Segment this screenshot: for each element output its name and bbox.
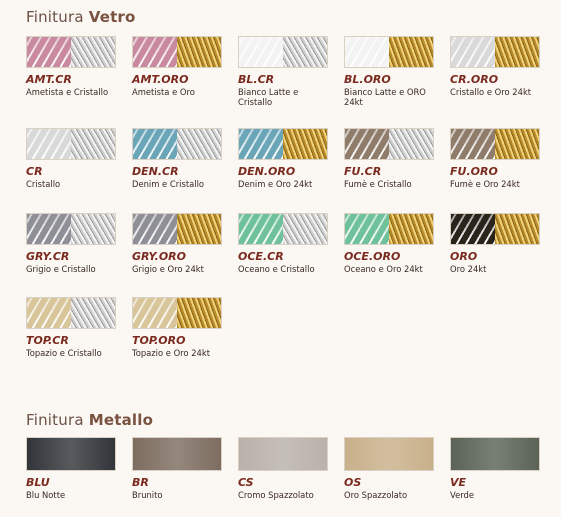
metal-swatch-card[interactable]: VE Verde xyxy=(450,437,540,500)
swatch-card[interactable]: CR Cristallo xyxy=(26,128,116,189)
swatch-image xyxy=(26,128,116,160)
swatch-card[interactable]: DEN.ORO Denim e Oro 24kt xyxy=(238,128,328,189)
swatch-name: Bianco Latte e ORO 24kt xyxy=(344,87,426,107)
swatch-name: Oceano e Cristallo xyxy=(238,264,315,274)
swatch-image xyxy=(26,297,116,329)
swatch-image xyxy=(450,36,540,68)
metal-swatch-card[interactable]: OS Oro Spazzolato xyxy=(344,437,434,500)
metal-swatch-card[interactable]: BR Brunito xyxy=(132,437,222,500)
metal-swatch-code: VE xyxy=(450,476,467,489)
swatch-code: FU.CR xyxy=(344,165,382,178)
metal-swatch-image xyxy=(238,437,328,471)
swatch-card[interactable]: BL.CR Bianco Latte e Cristallo xyxy=(238,36,328,107)
swatch-code: OCE.ORO xyxy=(344,250,401,263)
swatch-code: BL.ORO xyxy=(344,73,391,86)
swatch-image xyxy=(344,128,434,160)
swatch-card[interactable]: BL.ORO Bianco Latte e ORO 24kt xyxy=(344,36,434,107)
section-title-prefix: Finitura xyxy=(26,8,84,26)
swatch-card[interactable]: AMT.CR Ametista e Cristallo xyxy=(26,36,116,97)
swatch-card[interactable]: FU.CR Fumè e Cristallo xyxy=(344,128,434,189)
swatch-image xyxy=(344,213,434,245)
section-title-vetro: Finitura Vetro xyxy=(26,8,136,26)
swatch-name: Fumè e Oro 24kt xyxy=(450,179,520,189)
swatch-code: OCE.CR xyxy=(238,250,284,263)
swatch-code: DEN.ORO xyxy=(238,165,296,178)
swatch-code: TOP.ORO xyxy=(132,334,186,347)
metal-swatch-code: BR xyxy=(132,476,149,489)
swatch-name: Fumè e Cristallo xyxy=(344,179,412,189)
swatch-name: Topazio e Oro 24kt xyxy=(132,348,211,358)
swatch-image xyxy=(132,213,222,245)
metal-swatch-name: Verde xyxy=(450,490,474,500)
section-title-metallo: Finitura Metallo xyxy=(26,411,153,429)
swatch-card[interactable]: OCE.ORO Oceano e Oro 24kt xyxy=(344,213,434,274)
swatch-name: Denim e Cristallo xyxy=(132,179,205,189)
swatch-image xyxy=(26,213,116,245)
swatch-card[interactable]: FU.ORO Fumè e Oro 24kt xyxy=(450,128,540,189)
swatch-image xyxy=(238,213,328,245)
swatch-card[interactable]: CR.ORO Cristallo e Oro 24kt xyxy=(450,36,540,97)
swatch-code: BL.CR xyxy=(238,73,275,86)
swatch-code: GRY.ORO xyxy=(132,250,186,263)
swatch-name: Oceano e Oro 24kt xyxy=(344,264,423,274)
section-title-strong: Metallo xyxy=(88,411,154,429)
metal-swatch-code: OS xyxy=(344,476,362,489)
section-title-strong: Vetro xyxy=(88,8,136,26)
swatch-name: Denim e Oro 24kt xyxy=(238,179,313,189)
swatch-image xyxy=(132,36,222,68)
swatch-name: Ametista e Oro xyxy=(132,87,195,97)
swatch-image xyxy=(238,36,328,68)
swatch-image xyxy=(132,297,222,329)
metal-swatch-card[interactable]: CS Cromo Spazzolato xyxy=(238,437,328,500)
metal-swatch-image xyxy=(132,437,222,471)
swatch-card[interactable]: GRY.ORO Grigio e Oro 24kt xyxy=(132,213,222,274)
swatch-card[interactable]: DEN.CR Denim e Cristallo xyxy=(132,128,222,189)
swatch-card[interactable]: GRY.CR Grigio e Cristallo xyxy=(26,213,116,274)
swatch-image xyxy=(238,128,328,160)
section-title-prefix: Finitura xyxy=(26,411,84,429)
swatch-code: DEN.CR xyxy=(132,165,179,178)
swatch-code: ORO xyxy=(450,250,478,263)
swatch-code: GRY.CR xyxy=(26,250,70,263)
swatch-card[interactable]: AMT.ORO Ametista e Oro xyxy=(132,36,222,97)
swatch-name: Cristallo e Oro 24kt xyxy=(450,87,532,97)
metal-swatch-name: Cromo Spazzolato xyxy=(238,490,314,500)
swatch-image xyxy=(450,213,540,245)
swatch-name: Oro 24kt xyxy=(450,264,487,274)
metal-swatch-name: Oro Spazzolato xyxy=(344,490,408,500)
metal-swatch-card[interactable]: BLU Blu Notte xyxy=(26,437,116,500)
swatch-code: AMT.ORO xyxy=(132,73,189,86)
swatch-image xyxy=(344,36,434,68)
swatch-image xyxy=(450,128,540,160)
metal-swatch-image xyxy=(26,437,116,471)
metal-swatch-name: Brunito xyxy=(132,490,163,500)
metal-swatch-code: BLU xyxy=(26,476,50,489)
swatch-name: Ametista e Cristallo xyxy=(26,87,109,97)
metal-swatch-name: Blu Notte xyxy=(26,490,66,500)
metal-swatch-image xyxy=(450,437,540,471)
swatch-name: Grigio e Oro 24kt xyxy=(132,264,204,274)
metal-swatch-image xyxy=(344,437,434,471)
swatch-code: CR.ORO xyxy=(450,73,499,86)
swatch-name: Topazio e Cristallo xyxy=(26,348,102,358)
swatch-name: Bianco Latte e Cristallo xyxy=(238,87,299,107)
swatch-code: CR xyxy=(26,165,43,178)
swatch-name: Grigio e Cristallo xyxy=(26,264,96,274)
swatch-image xyxy=(132,128,222,160)
swatch-name: Cristallo xyxy=(26,179,61,189)
swatch-code: FU.ORO xyxy=(450,165,498,178)
swatch-image xyxy=(26,36,116,68)
swatch-code: TOP.CR xyxy=(26,334,69,347)
swatch-card[interactable]: TOP.ORO Topazio e Oro 24kt xyxy=(132,297,222,358)
swatch-card[interactable]: TOP.CR Topazio e Cristallo xyxy=(26,297,116,358)
swatch-card[interactable]: OCE.CR Oceano e Cristallo xyxy=(238,213,328,274)
metal-swatch-code: CS xyxy=(238,476,254,489)
swatch-card[interactable]: ORO Oro 24kt xyxy=(450,213,540,274)
swatch-code: AMT.CR xyxy=(26,73,72,86)
